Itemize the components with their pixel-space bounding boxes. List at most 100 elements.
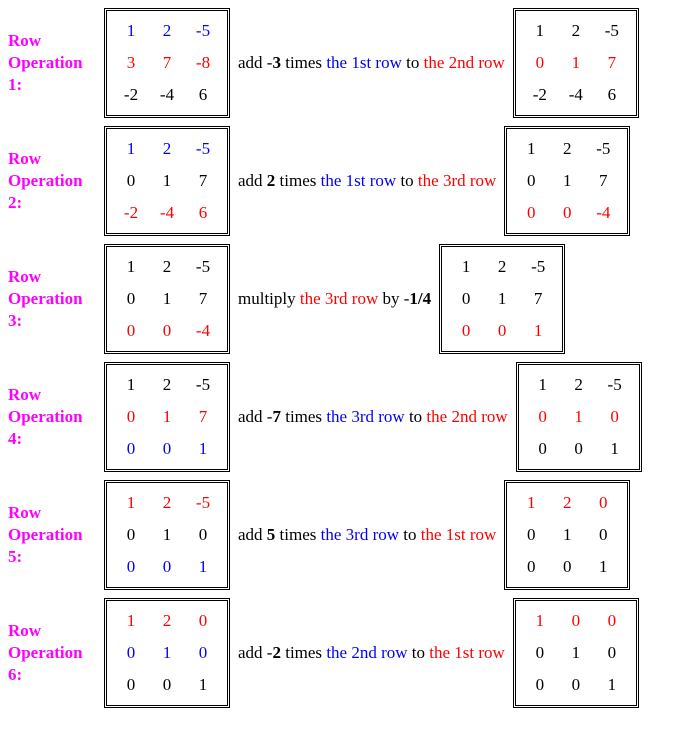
matrix-cell: 0 bbox=[522, 47, 558, 79]
matrix-cell: 1 bbox=[113, 15, 149, 47]
operation-description: add 5 times the 3rd row to the 1st row bbox=[230, 525, 504, 545]
operation-description: add -7 times the 3rd row to the 2nd row bbox=[230, 407, 516, 427]
matrix-cell: 7 bbox=[185, 165, 221, 197]
matrix-cell: 7 bbox=[185, 283, 221, 315]
matrix-after: 12-5010001 bbox=[516, 362, 642, 472]
matrix-cell: 1 bbox=[561, 401, 597, 433]
operation-label: RowOperation3: bbox=[8, 266, 96, 332]
matrix-cell: 1 bbox=[513, 133, 549, 165]
matrix-cell: 1 bbox=[522, 605, 558, 637]
matrix-cell: 2 bbox=[149, 251, 185, 283]
matrix-cell: 0 bbox=[522, 637, 558, 669]
matrix-cell: 0 bbox=[597, 401, 633, 433]
matrix-cell: 0 bbox=[513, 519, 549, 551]
row-operation-6: RowOperation6:120010001add -2 times the … bbox=[8, 598, 681, 708]
matrix-cell: -4 bbox=[558, 79, 594, 111]
matrix-cell: 1 bbox=[113, 133, 149, 165]
matrix-cell: -5 bbox=[585, 133, 621, 165]
row-operations-list: RowOperation1:12-537-8-2-46add -3 times … bbox=[8, 8, 681, 708]
matrix-cell: 0 bbox=[513, 165, 549, 197]
matrix-cell: -2 bbox=[113, 79, 149, 111]
matrix-cell: 1 bbox=[149, 637, 185, 669]
matrix-cell: 0 bbox=[585, 519, 621, 551]
matrix-cell: 1 bbox=[149, 165, 185, 197]
matrix-cell: 0 bbox=[149, 551, 185, 583]
matrix-cell: 0 bbox=[113, 401, 149, 433]
operation-description: multiply the 3rd row by -1/4 bbox=[230, 289, 439, 309]
matrix-cell: 2 bbox=[149, 605, 185, 637]
matrix-cell: 6 bbox=[594, 79, 630, 111]
operation-description: add -3 times the 1st row to the 2nd row bbox=[230, 53, 513, 73]
matrix-cell: 1 bbox=[549, 519, 585, 551]
matrix-cell: -4 bbox=[585, 197, 621, 229]
matrix-cell: 0 bbox=[113, 519, 149, 551]
matrix-cell: 2 bbox=[558, 15, 594, 47]
matrix-cell: 1 bbox=[185, 669, 221, 701]
matrix-cell: 7 bbox=[585, 165, 621, 197]
matrix-cell: 6 bbox=[185, 197, 221, 229]
matrix-cell: 1 bbox=[520, 315, 556, 347]
matrix-cell: -4 bbox=[149, 79, 185, 111]
row-operation-1: RowOperation1:12-537-8-2-46add -3 times … bbox=[8, 8, 681, 118]
matrix-before: 12-5010001 bbox=[104, 480, 230, 590]
matrix-cell: 0 bbox=[513, 197, 549, 229]
matrix-cell: -2 bbox=[113, 197, 149, 229]
matrix-cell: 0 bbox=[525, 401, 561, 433]
matrix-cell: 1 bbox=[149, 283, 185, 315]
row-operation-4: RowOperation4:12-5017001add -7 times the… bbox=[8, 362, 681, 472]
row-operation-5: RowOperation5:12-5010001add 5 times the … bbox=[8, 480, 681, 590]
matrix-cell: 0 bbox=[113, 433, 149, 465]
matrix-cell: 1 bbox=[525, 369, 561, 401]
matrix-cell: 2 bbox=[149, 369, 185, 401]
matrix-cell: 0 bbox=[113, 551, 149, 583]
matrix-cell: 0 bbox=[549, 197, 585, 229]
matrix-cell: 2 bbox=[484, 251, 520, 283]
matrix-cell: 1 bbox=[597, 433, 633, 465]
matrix-cell: -2 bbox=[522, 79, 558, 111]
operation-label: RowOperation4: bbox=[8, 384, 96, 450]
operation-label: RowOperation1: bbox=[8, 30, 96, 96]
matrix-cell: 0 bbox=[149, 315, 185, 347]
matrix-cell: 7 bbox=[594, 47, 630, 79]
operation-description: add 2 times the 1st row to the 3rd row bbox=[230, 171, 504, 191]
matrix-cell: -5 bbox=[520, 251, 556, 283]
matrix-cell: 2 bbox=[149, 133, 185, 165]
matrix-cell: 0 bbox=[594, 637, 630, 669]
matrix-cell: 0 bbox=[484, 315, 520, 347]
matrix-cell: -5 bbox=[185, 251, 221, 283]
matrix-cell: 0 bbox=[558, 669, 594, 701]
matrix-cell: 2 bbox=[549, 133, 585, 165]
matrix-cell: 0 bbox=[525, 433, 561, 465]
matrix-cell: 1 bbox=[558, 637, 594, 669]
matrix-cell: 0 bbox=[513, 551, 549, 583]
matrix-cell: 2 bbox=[549, 487, 585, 519]
matrix-cell: 0 bbox=[185, 605, 221, 637]
matrix-cell: -5 bbox=[185, 15, 221, 47]
operation-label: RowOperation5: bbox=[8, 502, 96, 568]
matrix-cell: 1 bbox=[185, 551, 221, 583]
matrix-after: 100010001 bbox=[513, 598, 639, 708]
matrix-cell: -5 bbox=[597, 369, 633, 401]
matrix-cell: -5 bbox=[185, 133, 221, 165]
matrix-cell: 1 bbox=[113, 251, 149, 283]
row-operation-3: RowOperation3:12-501700-4multiply the 3r… bbox=[8, 244, 681, 354]
matrix-cell: 0 bbox=[558, 605, 594, 637]
matrix-before: 120010001 bbox=[104, 598, 230, 708]
matrix-cell: 1 bbox=[549, 165, 585, 197]
matrix-cell: -5 bbox=[185, 369, 221, 401]
matrix-before: 12-5017001 bbox=[104, 362, 230, 472]
matrix-cell: -5 bbox=[594, 15, 630, 47]
matrix-cell: 7 bbox=[149, 47, 185, 79]
matrix-cell: 1 bbox=[513, 487, 549, 519]
matrix-cell: 0 bbox=[585, 487, 621, 519]
matrix-cell: -8 bbox=[185, 47, 221, 79]
matrix-cell: 0 bbox=[549, 551, 585, 583]
matrix-cell: 0 bbox=[113, 315, 149, 347]
matrix-cell: 0 bbox=[185, 519, 221, 551]
matrix-after: 120010001 bbox=[504, 480, 630, 590]
matrix-before: 12-501700-4 bbox=[104, 244, 230, 354]
operation-description: add -2 times the 2nd row to the 1st row bbox=[230, 643, 513, 663]
matrix-cell: 7 bbox=[520, 283, 556, 315]
matrix-cell: 1 bbox=[448, 251, 484, 283]
matrix-cell: 1 bbox=[484, 283, 520, 315]
